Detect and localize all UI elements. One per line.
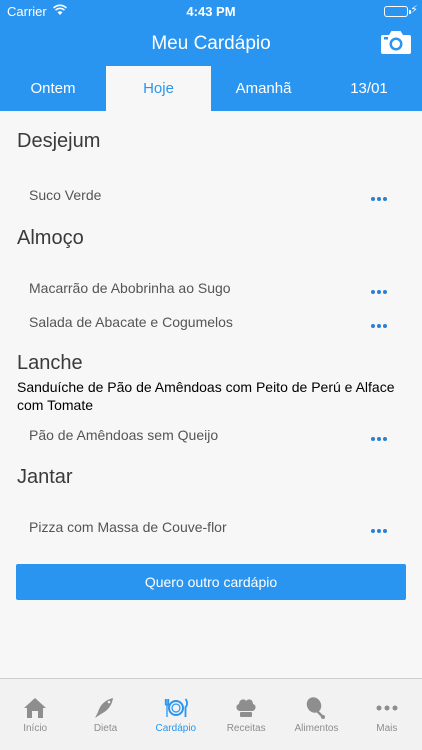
meal-note: Sanduíche de Pão de Amêndoas com Peito d… — [17, 379, 395, 413]
tab-amanha[interactable]: Amanhã — [211, 66, 316, 111]
section-title-jantar: Jantar — [17, 466, 73, 488]
meal-item-label: Pizza com Massa de Couve-flor — [29, 519, 227, 535]
fish-icon — [95, 698, 114, 718]
tab-date[interactable]: 13/01 — [316, 66, 422, 111]
charging-icon: ⚡ — [410, 4, 418, 16]
day-tabs: Ontem Hoje Amanhã 13/01 — [0, 66, 422, 111]
camera-icon[interactable] — [380, 28, 412, 56]
more-options-icon[interactable] — [371, 520, 391, 533]
nav-bar: Meu Cardápio — [0, 22, 422, 66]
more-options-icon[interactable] — [371, 188, 391, 201]
meal-item-label: Suco Verde — [29, 187, 102, 203]
section-title-desjejum: Desjejum — [17, 130, 101, 152]
section-title-almoco: Almoço — [17, 227, 84, 249]
page-title: Meu Cardápio — [151, 33, 271, 54]
tabbar-item-cardapio[interactable]: Cardápio — [141, 679, 211, 750]
chef-hat-icon — [236, 699, 256, 717]
tabbar-item-mais[interactable]: Mais — [352, 679, 422, 750]
tabbar-item-receitas[interactable]: Receitas — [211, 679, 281, 750]
another-menu-button[interactable]: Quero outro cardápio — [16, 564, 406, 600]
plate-icon — [164, 698, 188, 717]
more-options-icon[interactable] — [371, 428, 391, 441]
tabbar-label: Mais — [376, 723, 398, 734]
more-icon — [376, 705, 398, 711]
drumstick-icon — [307, 697, 326, 719]
house-icon — [24, 698, 47, 718]
tabbar-item-dieta[interactable]: Dieta — [70, 679, 140, 750]
bottom-tab-bar: Início Dieta Cardápio Receitas Alimentos — [0, 678, 422, 750]
meal-item-label: Pão de Amêndoas sem Queijo — [29, 427, 219, 443]
tabbar-item-alimentos[interactable]: Alimentos — [281, 679, 351, 750]
meal-item[interactable]: Pão de Amêndoas sem Queijo — [0, 418, 422, 452]
tabbar-label: Dieta — [93, 723, 118, 734]
meal-item-label: Macarrão de Abobrinha ao Sugo — [29, 280, 231, 296]
meal-item[interactable]: Macarrão de Abobrinha ao Sugo — [0, 271, 422, 305]
meal-item[interactable]: Salada de Abacate e Cogumelos — [0, 305, 422, 339]
tabbar-label: Alimentos — [294, 723, 339, 734]
more-options-icon[interactable] — [371, 281, 391, 294]
status-bar: Carrier 4:43 PM ⚡ — [0, 0, 422, 22]
tab-hoje[interactable]: Hoje — [106, 66, 211, 111]
tabbar-item-inicio[interactable]: Início — [0, 679, 70, 750]
section-title-lanche: Lanche — [17, 352, 83, 374]
tab-ontem[interactable]: Ontem — [0, 66, 106, 111]
battery-icon — [384, 6, 411, 17]
tabbar-label: Cardápio — [155, 723, 197, 734]
more-options-icon[interactable] — [371, 315, 391, 328]
tabbar-label: Receitas — [226, 723, 266, 734]
meal-item[interactable]: Pizza com Massa de Couve-flor — [0, 510, 422, 544]
meal-item[interactable]: Suco Verde — [0, 178, 422, 212]
tabbar-label: Início — [23, 723, 48, 734]
meal-item-label: Salada de Abacate e Cogumelos — [29, 314, 233, 330]
clock: 4:43 PM — [186, 4, 236, 19]
